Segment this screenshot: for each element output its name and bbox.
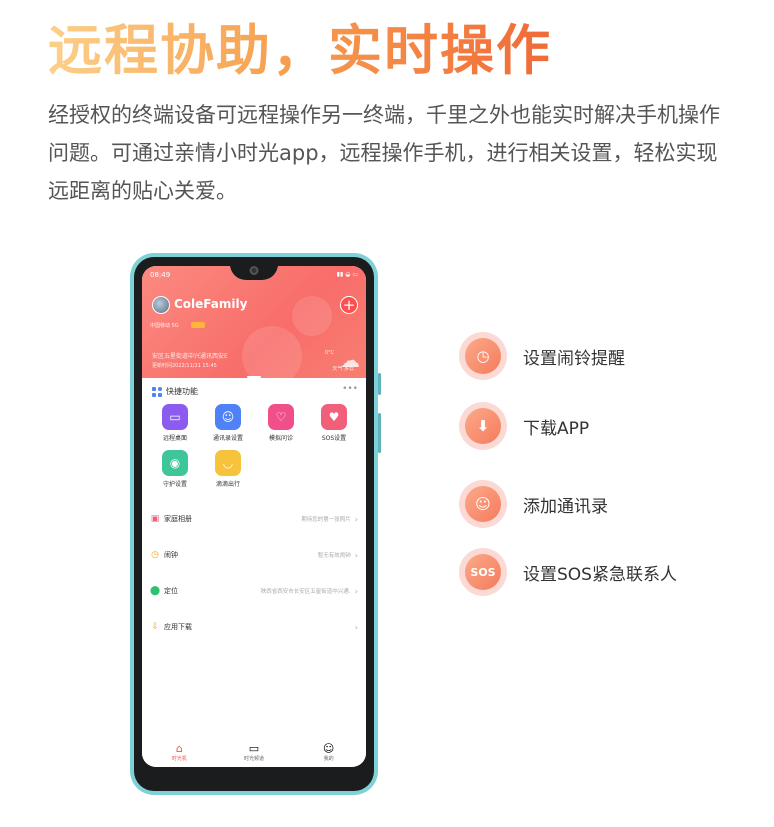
update-time: 更新时间2022/11/21 15:45 xyxy=(152,363,217,369)
feature-icon-ring: ☺ xyxy=(459,480,507,528)
row-value: 期待您的第一张照片 xyxy=(301,517,351,523)
more-icon[interactable]: ••• xyxy=(342,384,358,394)
row-label: 家庭相册 xyxy=(164,515,192,523)
member-line: 中国移动 5G xyxy=(150,323,179,329)
quick-functions-header: 快捷功能 xyxy=(152,386,198,397)
app-label: 通讯录设置 xyxy=(212,435,243,442)
cloud-icon: ☁ xyxy=(340,348,360,372)
feature-icon-ring: SOS xyxy=(459,548,507,596)
guard-icon: ◉ xyxy=(162,450,188,476)
feature-add-contacts: ☺ 添加通讯录 xyxy=(459,480,608,528)
row-alarm[interactable]: ◷ 闹钟 暂无有效闹钟 › xyxy=(142,540,366,570)
page: 远程协助，实时操作 经授权的终端设备可远程操作另一终端，千里之外也能实时解决手机… xyxy=(0,0,774,827)
family-header: 08:49 ▮▮ ◒ ▭ ColeFamily + 中国移动 5G 安区五星街道… xyxy=(142,266,366,386)
app-guard-settings[interactable]: ◉ 守护设置 xyxy=(152,450,198,488)
row-location[interactable]: ⬤ 定位 陕西省西安市长安区五星街道中兴通... › xyxy=(142,576,366,606)
feature-label: 设置SOS紧急联系人 xyxy=(523,564,677,585)
family-name[interactable]: ColeFamily xyxy=(174,297,247,311)
location-icon: ⬤ xyxy=(149,586,161,596)
feature-label: 添加通讯录 xyxy=(523,496,608,517)
address-line[interactable]: 安区五星街道中兴通讯西安E xyxy=(152,351,228,360)
row-app-download[interactable]: ⇩ 应用下载 › xyxy=(142,612,366,642)
feature-download-app: ⬇ 下载APP xyxy=(459,402,589,450)
tab-time-machine[interactable]: ⌂ 时光机 xyxy=(154,742,204,762)
signal-tag xyxy=(191,322,205,328)
profile-icon: ☺ xyxy=(322,742,335,755)
temperature: 0°C xyxy=(324,350,334,356)
tab-time-channel[interactable]: ▭ 时光频道 xyxy=(229,742,279,762)
status-time: 08:49 xyxy=(150,271,171,279)
download-icon: ⇩ xyxy=(151,622,159,632)
row-family-album[interactable]: ▣ 家庭相册 期待您的第一张照片 › xyxy=(142,504,366,534)
row-label: 定位 xyxy=(164,587,178,595)
tablet-icon: ▭ xyxy=(162,404,188,430)
bottom-tab-bar: ⌂ 时光机 ▭ 时光频道 ☺ 我的 xyxy=(142,737,366,767)
download-arrow-icon: ⬇ xyxy=(465,408,501,444)
app-label: 守护设置 xyxy=(162,481,187,488)
tab-label: 我的 xyxy=(323,756,334,762)
feature-label: 设置闹铃提醒 xyxy=(523,348,625,369)
app-contacts-settings[interactable]: ☺ 通讯录设置 xyxy=(205,404,251,442)
sos-icon: SOS xyxy=(465,554,501,590)
app-remote-desktop[interactable]: ▭ 远程桌面 xyxy=(152,404,198,442)
row-value: 暂无有效闹钟 xyxy=(317,553,351,559)
headline: 远程协助，实时操作 xyxy=(48,6,552,85)
quick-functions-title: 快捷功能 xyxy=(166,387,198,396)
tab-label: 时光频道 xyxy=(243,756,264,762)
feature-label: 下载APP xyxy=(523,418,590,439)
app-didi[interactable]: ◡ 滴滴出行 xyxy=(205,450,251,488)
tab-me[interactable]: ☺ 我的 xyxy=(304,742,354,762)
chevron-right-icon: › xyxy=(354,622,358,632)
intro-paragraph: 经授权的终端设备可远程操作另一终端，千里之外也能实时解决手机操作问题。可通过亲情… xyxy=(48,103,720,203)
tab-label: 时光机 xyxy=(171,756,187,762)
phone-screen: 08:49 ▮▮ ◒ ▭ ColeFamily + 中国移动 5G 安区五星街道… xyxy=(142,266,366,767)
phone-bezel: 08:49 ▮▮ ◒ ▭ ColeFamily + 中国移动 5G 安区五星街道… xyxy=(134,257,374,791)
contacts-icon: ☺ xyxy=(215,404,241,430)
volume-button xyxy=(378,373,381,395)
chevron-right-icon: › xyxy=(354,514,358,524)
album-icon: ▣ xyxy=(150,514,160,524)
row-value: 陕西省西安市长安区五星街道中兴通... xyxy=(260,589,351,595)
add-member-button[interactable]: + xyxy=(340,296,358,314)
row-label: 闹钟 xyxy=(164,551,178,559)
app-label: SOS设置 xyxy=(321,435,347,442)
status-bar: 08:49 ▮▮ ◒ ▭ xyxy=(150,271,358,279)
phone-mockup: 08:49 ▮▮ ◒ ▭ ColeFamily + 中国移动 5G 安区五星街道… xyxy=(130,253,381,795)
didi-icon: ◡ xyxy=(215,450,241,476)
stethoscope-icon: ♡ xyxy=(268,404,294,430)
app-sos-settings[interactable]: ♥ SOS设置 xyxy=(311,404,357,442)
family-avatar[interactable] xyxy=(152,296,170,314)
status-icons: ▮▮ ◒ ▭ xyxy=(336,271,358,278)
tv-icon: ▭ xyxy=(248,742,260,755)
feature-alarm: ◷ 设置闹铃提醒 xyxy=(459,332,625,380)
chevron-right-icon: › xyxy=(354,586,358,596)
app-consultation[interactable]: ♡ 模拟问诊 xyxy=(258,404,304,442)
feature-icon-ring: ⬇ xyxy=(459,402,507,450)
chevron-right-icon: › xyxy=(354,550,358,560)
feature-sos-contact: SOS 设置SOS紧急联系人 xyxy=(459,548,677,596)
feature-icon-ring: ◷ xyxy=(459,332,507,380)
home-icon: ⌂ xyxy=(175,742,183,755)
contact-book-icon: ☺ xyxy=(465,486,501,522)
decor-bubble xyxy=(292,296,332,336)
app-label: 滴滴出行 xyxy=(215,481,240,488)
power-button xyxy=(378,413,381,453)
grid-icon xyxy=(152,386,162,397)
quick-functions-card: 快捷功能 ••• ▭ 远程桌面 ☺ 通讯录设置 ♡ 模拟问诊 ♥ SOS设置 ◉… xyxy=(142,378,366,738)
row-label: 应用下载 xyxy=(164,623,192,631)
alarm-clock-icon: ◷ xyxy=(465,338,501,374)
heart-icon: ♥ xyxy=(321,404,347,430)
alarm-icon: ◷ xyxy=(151,550,159,560)
app-label: 模拟问诊 xyxy=(268,435,293,442)
app-label: 远程桌面 xyxy=(162,435,187,442)
